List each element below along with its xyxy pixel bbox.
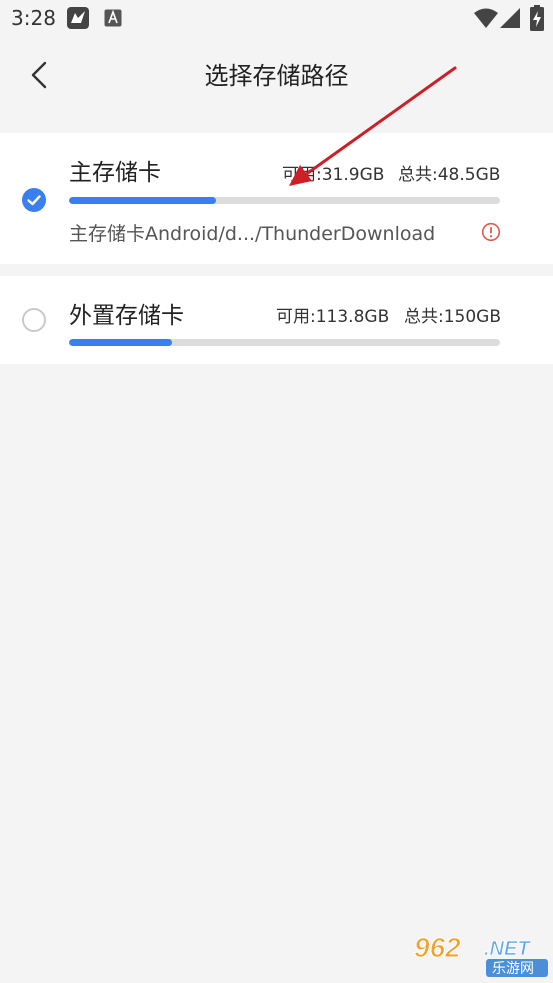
storage-name: 外置存储卡 [69, 303, 184, 329]
available-space: 可用:113.8GB [276, 307, 390, 327]
usage-bar [69, 197, 500, 204]
storage-name: 主存储卡 [69, 160, 161, 186]
watermark-logo: 962 .NET 乐游网 [412, 931, 550, 979]
page-title: 选择存储路径 [204, 62, 349, 90]
usage-bar-fill [69, 197, 216, 204]
watermark-number: 962 [414, 932, 461, 963]
storage-option-external[interactable]: 外置存储卡 可用:113.8GB 总共:150GB [0, 276, 553, 364]
usage-bar [69, 339, 500, 346]
wifi-icon [474, 7, 498, 33]
a-badge-icon [104, 9, 122, 31]
radio-selected[interactable] [22, 188, 46, 212]
status-bar: 3:28 [0, 0, 553, 38]
watermark-chinese: 乐游网 [492, 961, 534, 977]
total-space: 总共:48.5GB [398, 165, 501, 185]
available-space: 可用:31.9GB [282, 165, 385, 185]
storage-option-primary[interactable]: 主存储卡 可用:31.9GB 总共:48.5GB 主存储卡Android/d..… [0, 133, 553, 264]
download-path: 主存储卡Android/d.../ThunderDownload [69, 223, 436, 245]
alert-circle-icon[interactable] [481, 222, 501, 242]
usage-bar-fill [69, 339, 173, 346]
battery-charging-icon [530, 5, 544, 35]
watermark-suffix: .NET [484, 938, 531, 960]
checkmark-icon [27, 195, 41, 206]
app-bar: 选择存储路径 [0, 38, 553, 110]
status-time: 3:28 [11, 6, 56, 30]
signal-icon [500, 7, 520, 33]
total-space: 总共:150GB [404, 307, 502, 327]
bird-app-icon [66, 6, 90, 34]
radio-unselected[interactable] [22, 308, 46, 332]
